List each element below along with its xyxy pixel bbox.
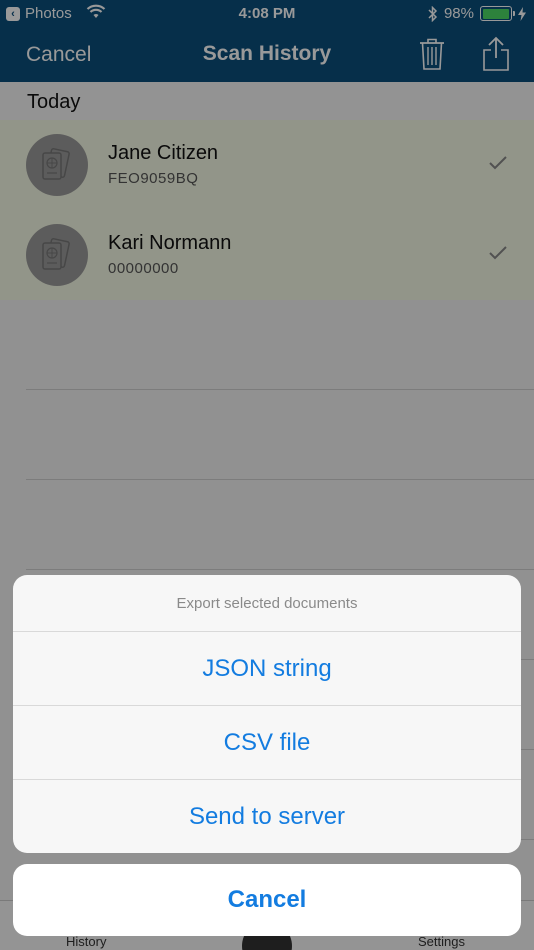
export-csv-button[interactable]: CSV file	[13, 706, 521, 780]
action-sheet-title: Export selected documents	[13, 575, 521, 632]
action-sheet: Export selected documents JSON string CS…	[13, 575, 521, 853]
export-json-button[interactable]: JSON string	[13, 632, 521, 706]
send-to-server-button[interactable]: Send to server	[13, 780, 521, 853]
sheet-cancel-button[interactable]: Cancel	[13, 864, 521, 936]
